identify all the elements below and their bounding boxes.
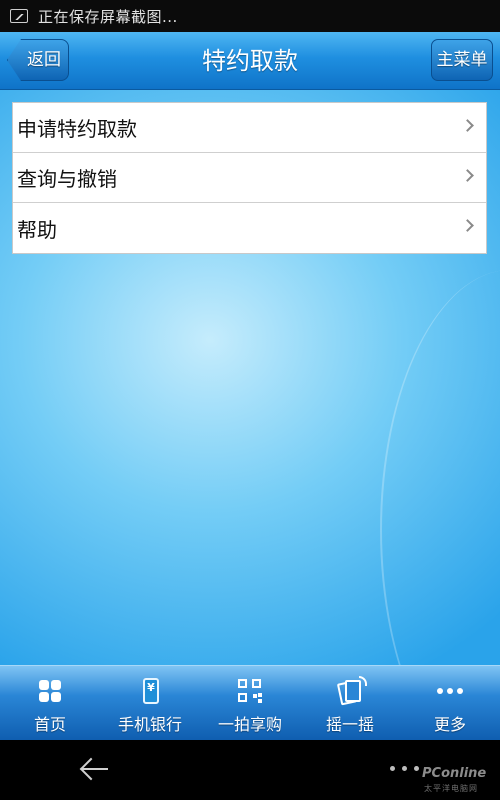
page-title: 特约取款 bbox=[202, 47, 298, 75]
tab-scan-buy[interactable]: 一拍享购 bbox=[200, 666, 300, 740]
back-button[interactable]: 返回 bbox=[7, 39, 69, 81]
watermark-logo: PConline 太平洋电脑网 bbox=[422, 766, 494, 796]
menu-item-label: 申请特约取款 bbox=[17, 117, 137, 141]
nav-more-dots-icon[interactable] bbox=[390, 766, 420, 774]
content-area: 申请特约取款 查询与撤销 帮助 bbox=[0, 90, 500, 665]
more-dots-icon bbox=[435, 676, 465, 706]
menu-item-apply[interactable]: 申请特约取款 bbox=[13, 103, 486, 153]
system-nav-bar: PConline 太平洋电脑网 bbox=[0, 740, 500, 800]
tab-shake[interactable]: 摇一摇 bbox=[300, 666, 400, 740]
shake-icon bbox=[335, 676, 367, 706]
background-arc bbox=[380, 270, 500, 665]
tab-more[interactable]: 更多 bbox=[400, 666, 500, 740]
mobile-banking-icon: ¥ bbox=[135, 676, 165, 706]
watermark-brand: PConline bbox=[422, 766, 487, 781]
menu-item-query[interactable]: 查询与撤销 bbox=[13, 153, 486, 203]
status-bar: 正在保存屏幕截图... bbox=[0, 0, 500, 32]
menu-item-help[interactable]: 帮助 bbox=[13, 203, 486, 253]
title-bar: 特约取款 返回 主菜单 bbox=[0, 32, 500, 90]
grid-icon bbox=[35, 676, 65, 706]
nav-back-arrow-icon[interactable] bbox=[78, 752, 112, 786]
menu-list: 申请特约取款 查询与撤销 帮助 bbox=[12, 102, 487, 254]
tab-label: 手机银行 bbox=[117, 715, 182, 734]
chevron-right-icon bbox=[461, 169, 474, 182]
qr-code-icon bbox=[235, 676, 265, 706]
tab-label: 首页 bbox=[33, 715, 66, 734]
menu-item-label: 查询与撤销 bbox=[17, 167, 117, 191]
tab-label: 一拍享购 bbox=[217, 715, 282, 734]
menu-item-label: 帮助 bbox=[17, 217, 57, 242]
chevron-right-icon bbox=[461, 219, 474, 232]
main-menu-button[interactable]: 主菜单 bbox=[431, 39, 493, 81]
tab-label: 更多 bbox=[433, 715, 466, 734]
tab-mobile-banking[interactable]: ¥ 手机银行 bbox=[100, 666, 200, 740]
screenshot-icon bbox=[10, 9, 28, 23]
status-text: 正在保存屏幕截图... bbox=[38, 7, 178, 26]
watermark-sub: 太平洋电脑网 bbox=[424, 784, 478, 793]
tab-home[interactable]: 首页 bbox=[0, 666, 100, 740]
chevron-right-icon bbox=[461, 119, 474, 132]
back-button-label: 返回 bbox=[27, 50, 61, 70]
tab-label: 摇一摇 bbox=[325, 715, 374, 734]
bottom-tab-bar: 首页 ¥ 手机银行 一拍享购 摇一摇 更多 bbox=[0, 665, 500, 740]
